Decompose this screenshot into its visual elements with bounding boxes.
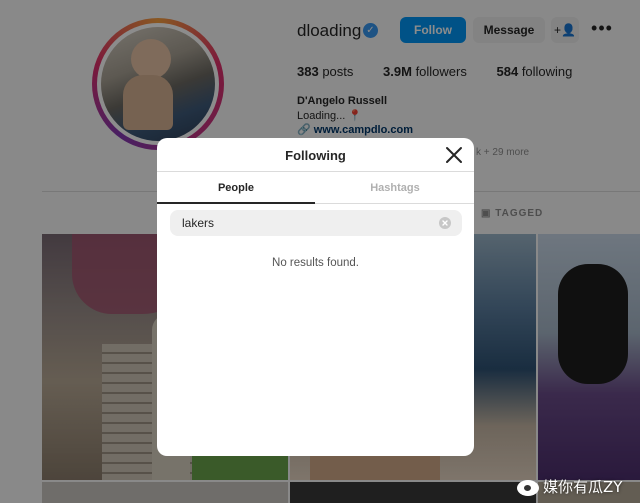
search-input[interactable]: [170, 210, 440, 236]
tab-people[interactable]: People: [157, 172, 315, 204]
dialog-header: Following: [157, 138, 474, 172]
clear-search-icon[interactable]: [439, 217, 451, 229]
dialog-title: Following: [285, 148, 346, 163]
search-bar: [170, 210, 462, 236]
weibo-logo-icon: [517, 479, 539, 496]
following-dialog: Following People Hashtags No results fou…: [157, 138, 474, 456]
close-icon[interactable]: [442, 143, 466, 167]
tab-hashtags[interactable]: Hashtags: [316, 172, 474, 204]
watermark: 媒你有瓜ZY: [517, 476, 622, 497]
dialog-tabs: People Hashtags: [157, 172, 474, 204]
empty-state-message: No results found.: [272, 257, 359, 269]
